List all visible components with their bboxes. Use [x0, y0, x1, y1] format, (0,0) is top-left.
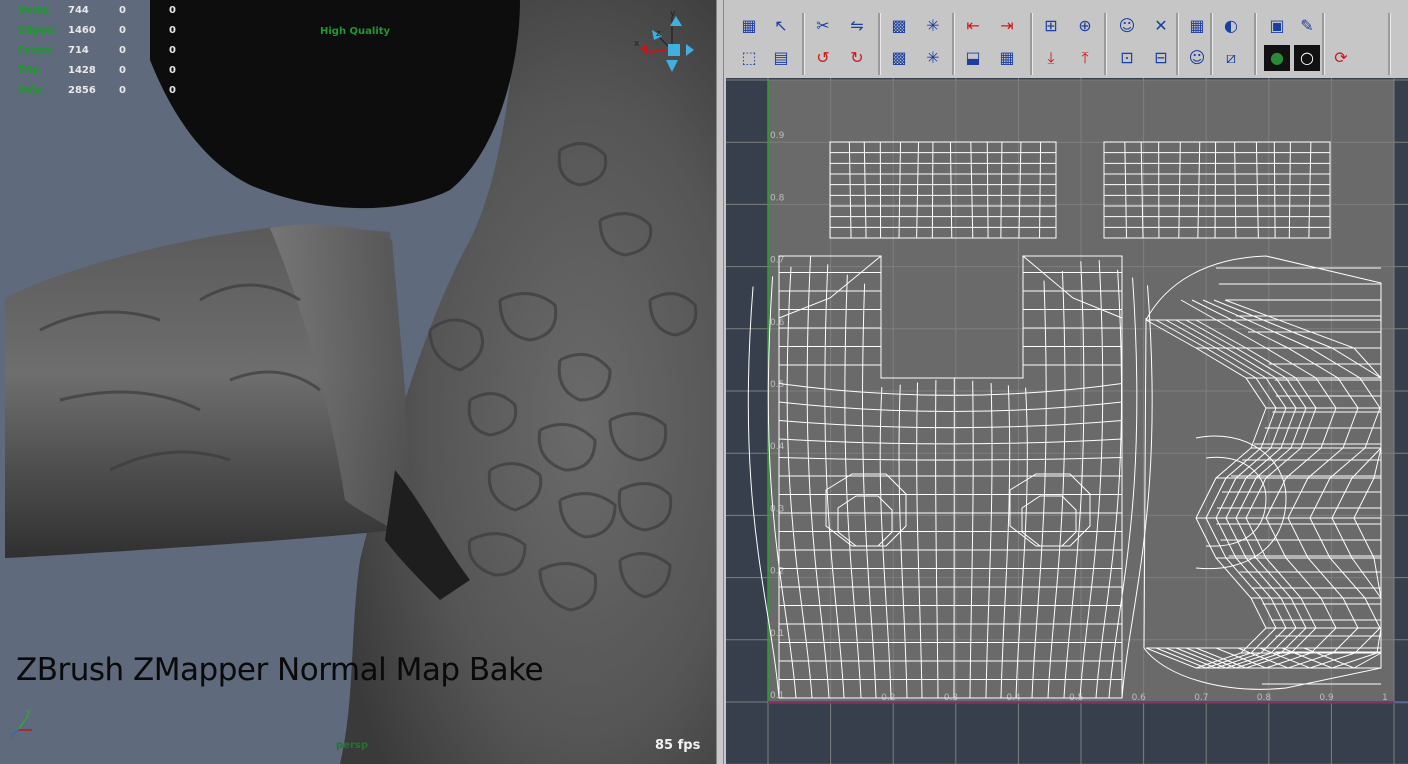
toolbar-separator: [1388, 13, 1391, 75]
v-tick-label: 0.1: [770, 691, 784, 701]
toolbar-separator: [802, 13, 805, 75]
uv-snapshot-icon[interactable]: ✳: [920, 13, 946, 39]
cut-uv-icon[interactable]: ✂: [810, 13, 836, 39]
svg-text:z: z: [10, 731, 15, 738]
u-tick-label: 0.6: [1132, 693, 1147, 703]
portrait-icon[interactable]: ☺: [1184, 45, 1210, 71]
checker-icon[interactable]: ▦: [736, 13, 762, 39]
u-tick-label: 0.9: [1319, 693, 1334, 703]
uv-toolbar: ▦ ↖ ✂ ⇋ ▩ ✳ ⇤ ⇥ ⊞ ⊕ ☺ ✕ ▦ ◐ ▣ ✎ ⬚ ▤ ↺ ↻ ▩ ✳ ⬓ ▦ ⤓ ⤒ ⊡ ⊟ ☺ ⧄ ● ○ ⟳: [724, 5, 1408, 75]
toolbar-separator: [952, 13, 955, 75]
cross-checker-icon[interactable]: ✕: [1148, 13, 1174, 39]
move-uv-icon[interactable]: ↖: [768, 13, 794, 39]
svg-text:z: z: [656, 29, 661, 39]
svg-text:y: y: [26, 707, 32, 717]
toolbar-separator: [1210, 13, 1213, 75]
v-tick-label: 0.7: [770, 256, 784, 266]
viewport-scene: [5, 0, 716, 764]
layout-icon[interactable]: ⬓: [960, 45, 986, 71]
unfold-icon[interactable]: ▩: [886, 45, 912, 71]
magnet-icon[interactable]: ◐: [1218, 13, 1244, 39]
lattice-icon[interactable]: ▤: [768, 45, 794, 71]
video-caption: ZBrush ZMapper Normal Map Bake: [16, 652, 544, 688]
color-sphere-icon[interactable]: ●: [1264, 45, 1290, 71]
view-compass-icon[interactable]: y z x: [632, 8, 694, 78]
align-left-icon[interactable]: ⇤: [960, 13, 986, 39]
fps-counter: 85 fps: [655, 738, 701, 753]
svg-text:x: x: [634, 39, 640, 49]
axis-gizmo-icon: y z: [10, 707, 32, 738]
toolbar-separator: [1176, 13, 1179, 75]
rotate-ccw-icon[interactable]: ↺: [810, 45, 836, 71]
perspective-viewport[interactable]: Verts: 744 0 0 Edges: 1460 0 0 Faces: 71…: [0, 0, 716, 764]
toolbar-separator: [1322, 13, 1325, 75]
toolbar-separator: [1254, 13, 1257, 75]
select-shell-icon[interactable]: ⬚: [736, 45, 762, 71]
grid-icon[interactable]: ⊞: [1038, 13, 1064, 39]
sew-uv-icon[interactable]: ⇋: [844, 13, 870, 39]
camera-name: persp: [336, 740, 368, 751]
uv-grid-svg: 0.2 0.3 0.4 0.5 0.6 0.7 0.8 0.9 10.90.80.70.60.5…: [726, 78, 1408, 764]
panel-divider[interactable]: [716, 0, 724, 764]
grid-minus-icon[interactable]: ⊟: [1148, 45, 1174, 71]
toolbar-separator: [1030, 13, 1033, 75]
display-grid-icon[interactable]: ▦: [1184, 13, 1210, 39]
brush-user-icon[interactable]: ✎: [1294, 13, 1320, 39]
toolbar-separator: [1104, 13, 1107, 75]
uv-texture-editor: ▦ ↖ ✂ ⇋ ▩ ✳ ⇤ ⇥ ⊞ ⊕ ☺ ✕ ▦ ◐ ▣ ✎ ⬚ ▤ ↺ ↻ ▩ ✳ ⬓ ▦ ⤓ ⤒ ⊡ ⊟ ☺ ⧄ ● ○ ⟳ 0.2 0.3…: [724, 0, 1408, 764]
camera-user-icon[interactable]: ☺: [1114, 13, 1140, 39]
white-circle-icon[interactable]: ○: [1294, 45, 1320, 71]
v-tick-label: 0.6: [770, 318, 785, 328]
u-tick-label: 1: [1382, 693, 1388, 703]
rotate-cw-icon[interactable]: ↻: [844, 45, 870, 71]
relax-icon[interactable]: ✳: [920, 45, 946, 71]
texture-borders-icon[interactable]: ▣: [1264, 13, 1290, 39]
align-top-icon[interactable]: ⤒: [1072, 45, 1098, 71]
v-tick-label: 0.8: [770, 193, 785, 203]
grid-plus-icon[interactable]: ⊕: [1072, 13, 1098, 39]
v-tick-label: 0.5: [770, 380, 784, 390]
align-right-icon[interactable]: ⇥: [994, 13, 1020, 39]
u-tick-label: 0.8: [1257, 693, 1272, 703]
grid-checker-icon[interactable]: ▦: [994, 45, 1020, 71]
quality-label: High Quality: [320, 26, 391, 37]
isolate-icon[interactable]: ⧄: [1218, 45, 1244, 71]
v-tick-label: 0.4: [770, 442, 785, 452]
svg-text:y: y: [670, 9, 676, 19]
toolbar-separator: [878, 13, 881, 75]
u-tick-label: 0.7: [1194, 693, 1208, 703]
v-tick-label: 0.1: [770, 629, 784, 639]
align-bottom-icon[interactable]: ⤓: [1038, 45, 1064, 71]
refresh-icon[interactable]: ⟳: [1328, 45, 1354, 71]
uv-canvas[interactable]: 0.2 0.3 0.4 0.5 0.6 0.7 0.8 0.9 1 0.9 0.8 0.7 0.6 0.5…: [726, 78, 1408, 764]
map-checker-icon[interactable]: ▩: [886, 13, 912, 39]
v-tick-label: 0.9: [770, 131, 785, 141]
grid-dot-icon[interactable]: ⊡: [1114, 45, 1140, 71]
